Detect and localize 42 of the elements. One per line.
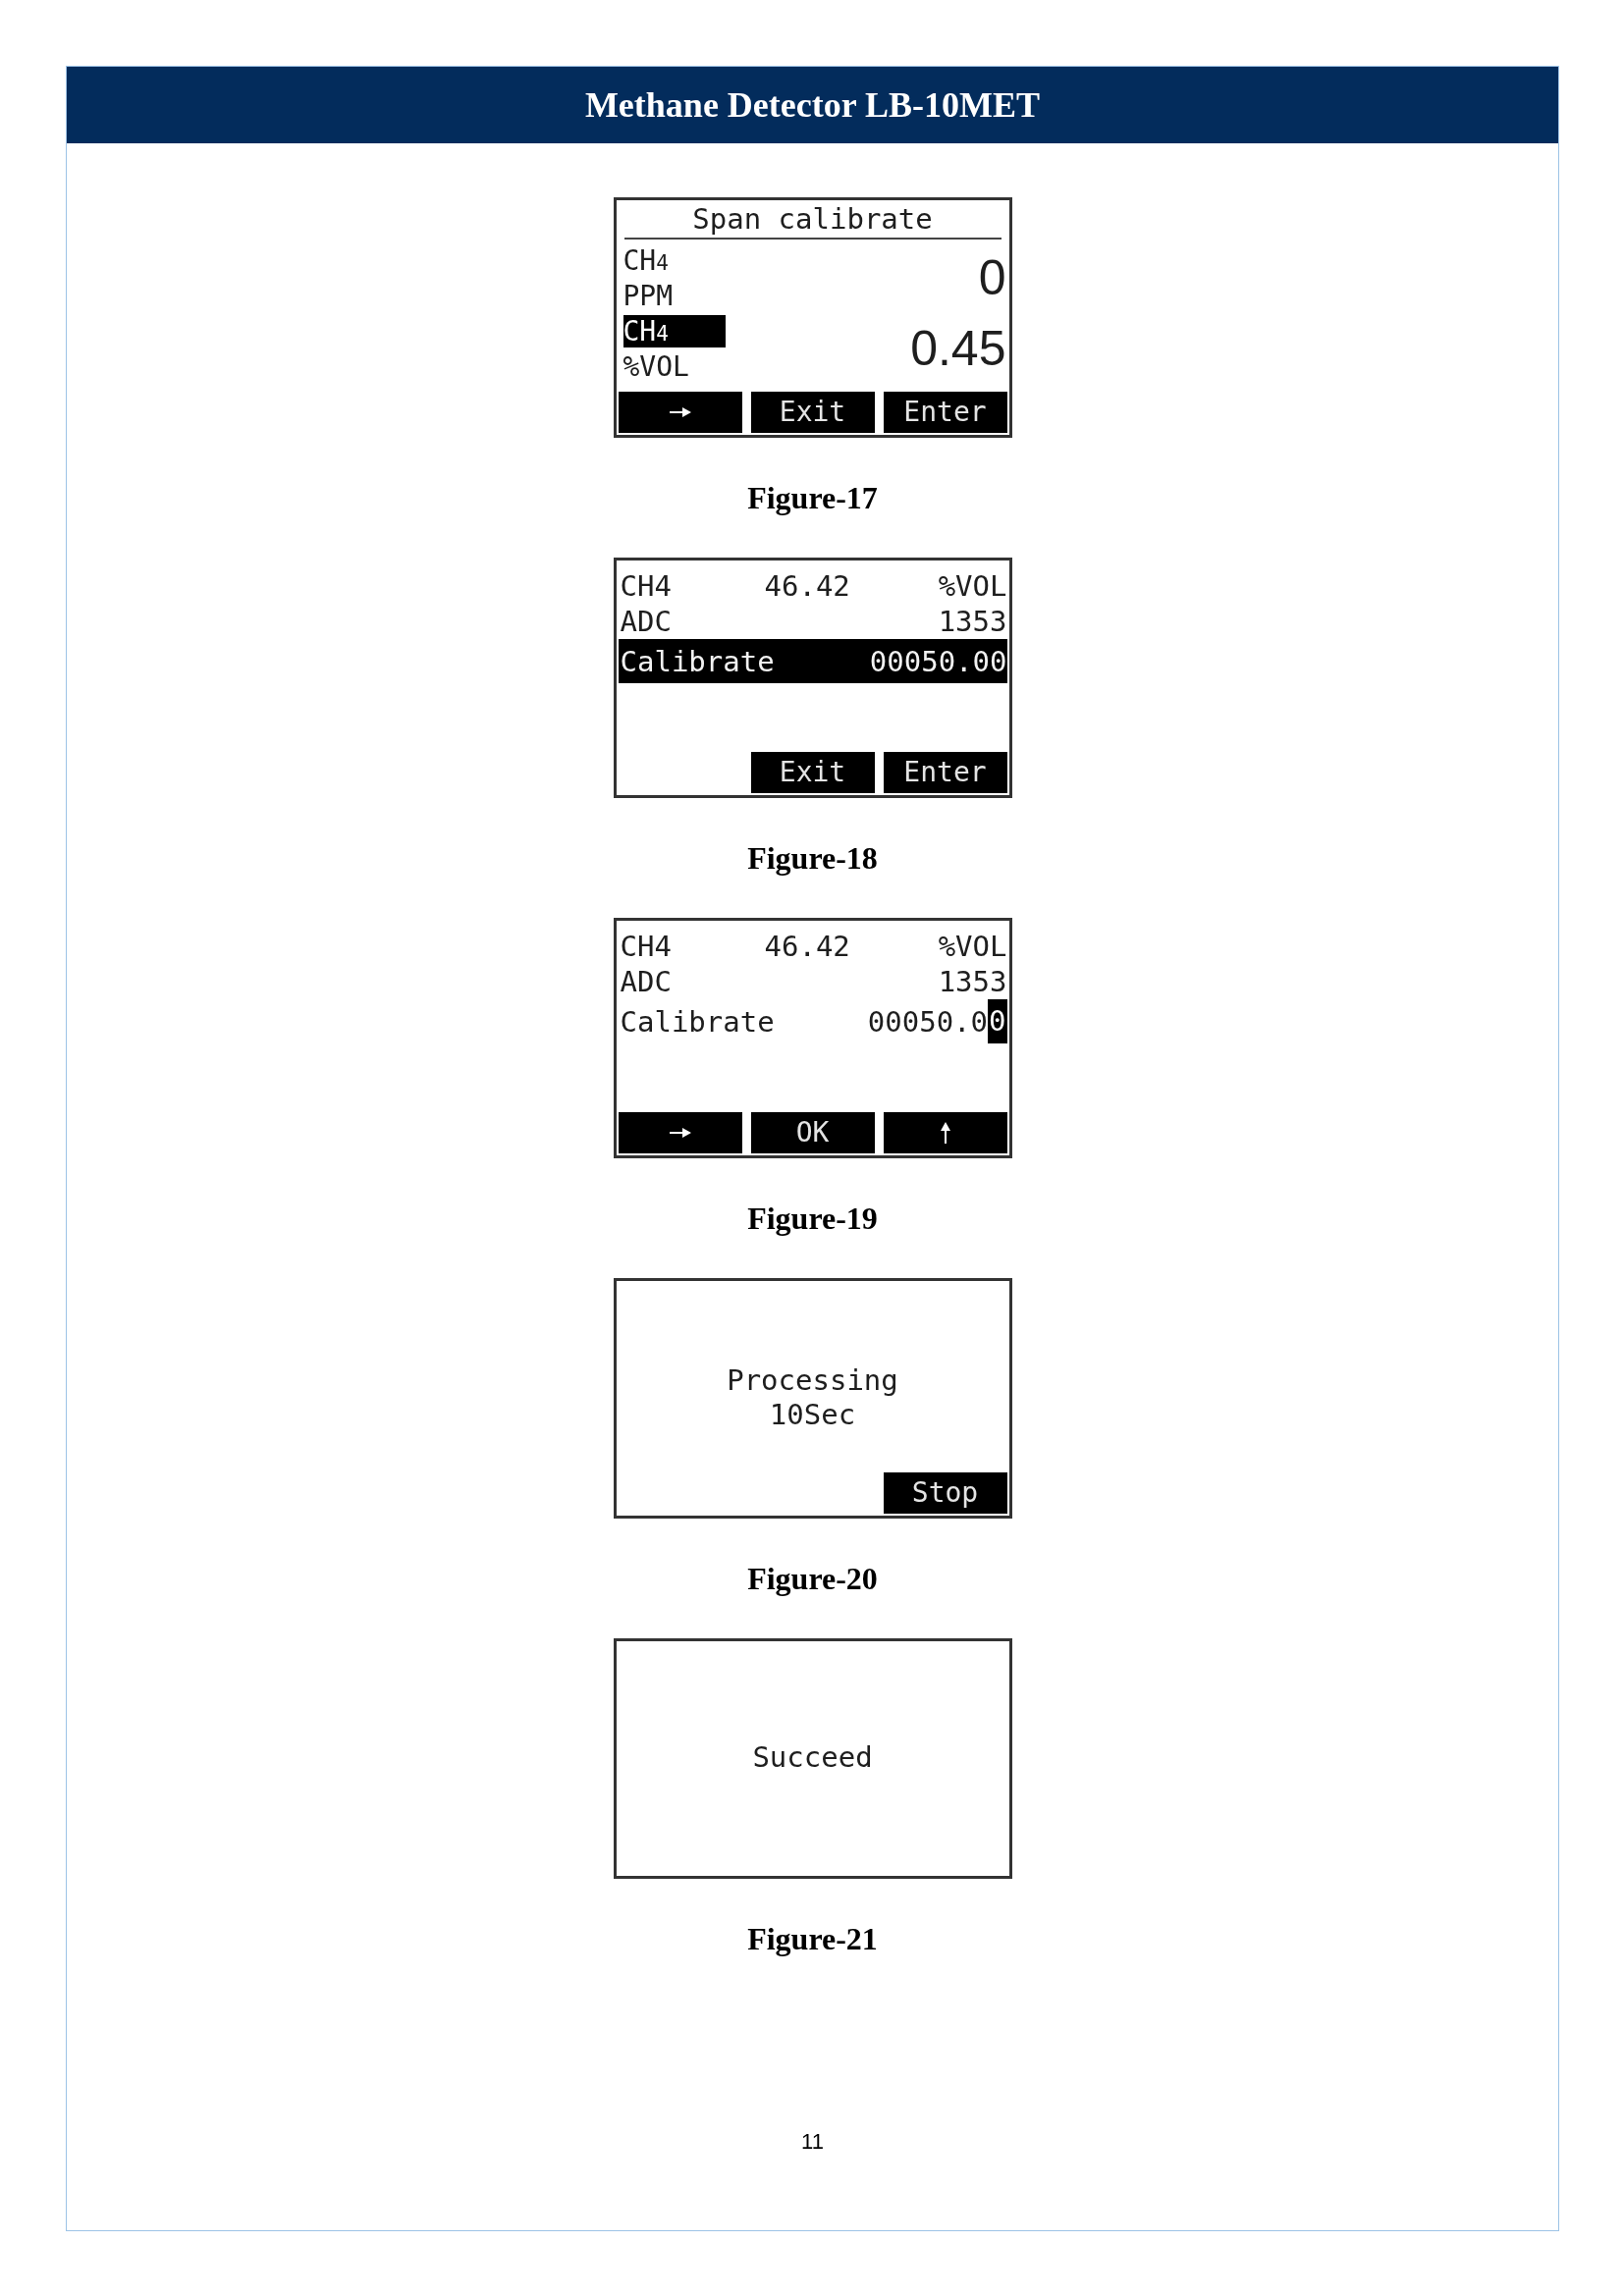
softkey-button[interactable]: Exit [750,392,875,433]
reading-value: 0 [978,252,1006,303]
figure-caption: Figure-21 [747,1921,878,1956]
softkey-button[interactable]: Stop [883,1472,1007,1514]
arrow-softkey-button[interactable] [618,392,742,433]
row-value: 00050.0 [867,1003,989,1040]
unit-label: %VOL [623,349,689,383]
unit-label: %VOL [938,568,1007,604]
figure-caption: Figure-17 [747,480,878,515]
up-arrow-icon [940,1122,950,1144]
right-arrow-icon [669,407,691,417]
row-label: Calibrate [620,644,775,678]
screen-title: Span calibrate [692,201,933,237]
softkey-button[interactable]: Enter [883,752,1007,793]
row-value: 00050.00 [869,643,1007,679]
reading-value: 46.42 [764,568,850,604]
softkey-button[interactable]: OK [750,1112,875,1153]
reading-value: 46.42 [764,929,850,964]
arrow-softkey-button[interactable] [618,1112,742,1153]
unit-label: %VOL [938,929,1007,964]
row-label: ADC [620,605,672,638]
unit-label: PPM [623,279,674,312]
row-label: CH4 [620,569,672,603]
softkey-button[interactable]: Exit [750,752,875,793]
figure-caption: Figure-18 [747,840,878,876]
row-label: CH4 [620,930,672,963]
row-label: ADC [620,965,672,998]
right-arrow-icon [669,1128,691,1138]
header-title: Methane Detector LB-10MET [584,84,1041,127]
figure-caption: Figure-20 [747,1561,878,1596]
message-text: Processing [727,1362,898,1398]
row-value: 1353 [938,964,1007,999]
softkey-button[interactable]: Enter [883,392,1007,433]
page-number: 11 [801,2129,824,2155]
reading-value: 0.45 [910,323,1006,374]
row-label: Calibrate [620,1004,775,1039]
message-text: 10Sec [769,1397,856,1432]
figure-caption: Figure-19 [747,1201,878,1236]
arrow-softkey-button[interactable] [883,1112,1007,1153]
row-value: 1353 [938,604,1007,639]
message-text: Succeed [752,1740,873,1775]
cursor-digit: 0 [988,999,1007,1043]
